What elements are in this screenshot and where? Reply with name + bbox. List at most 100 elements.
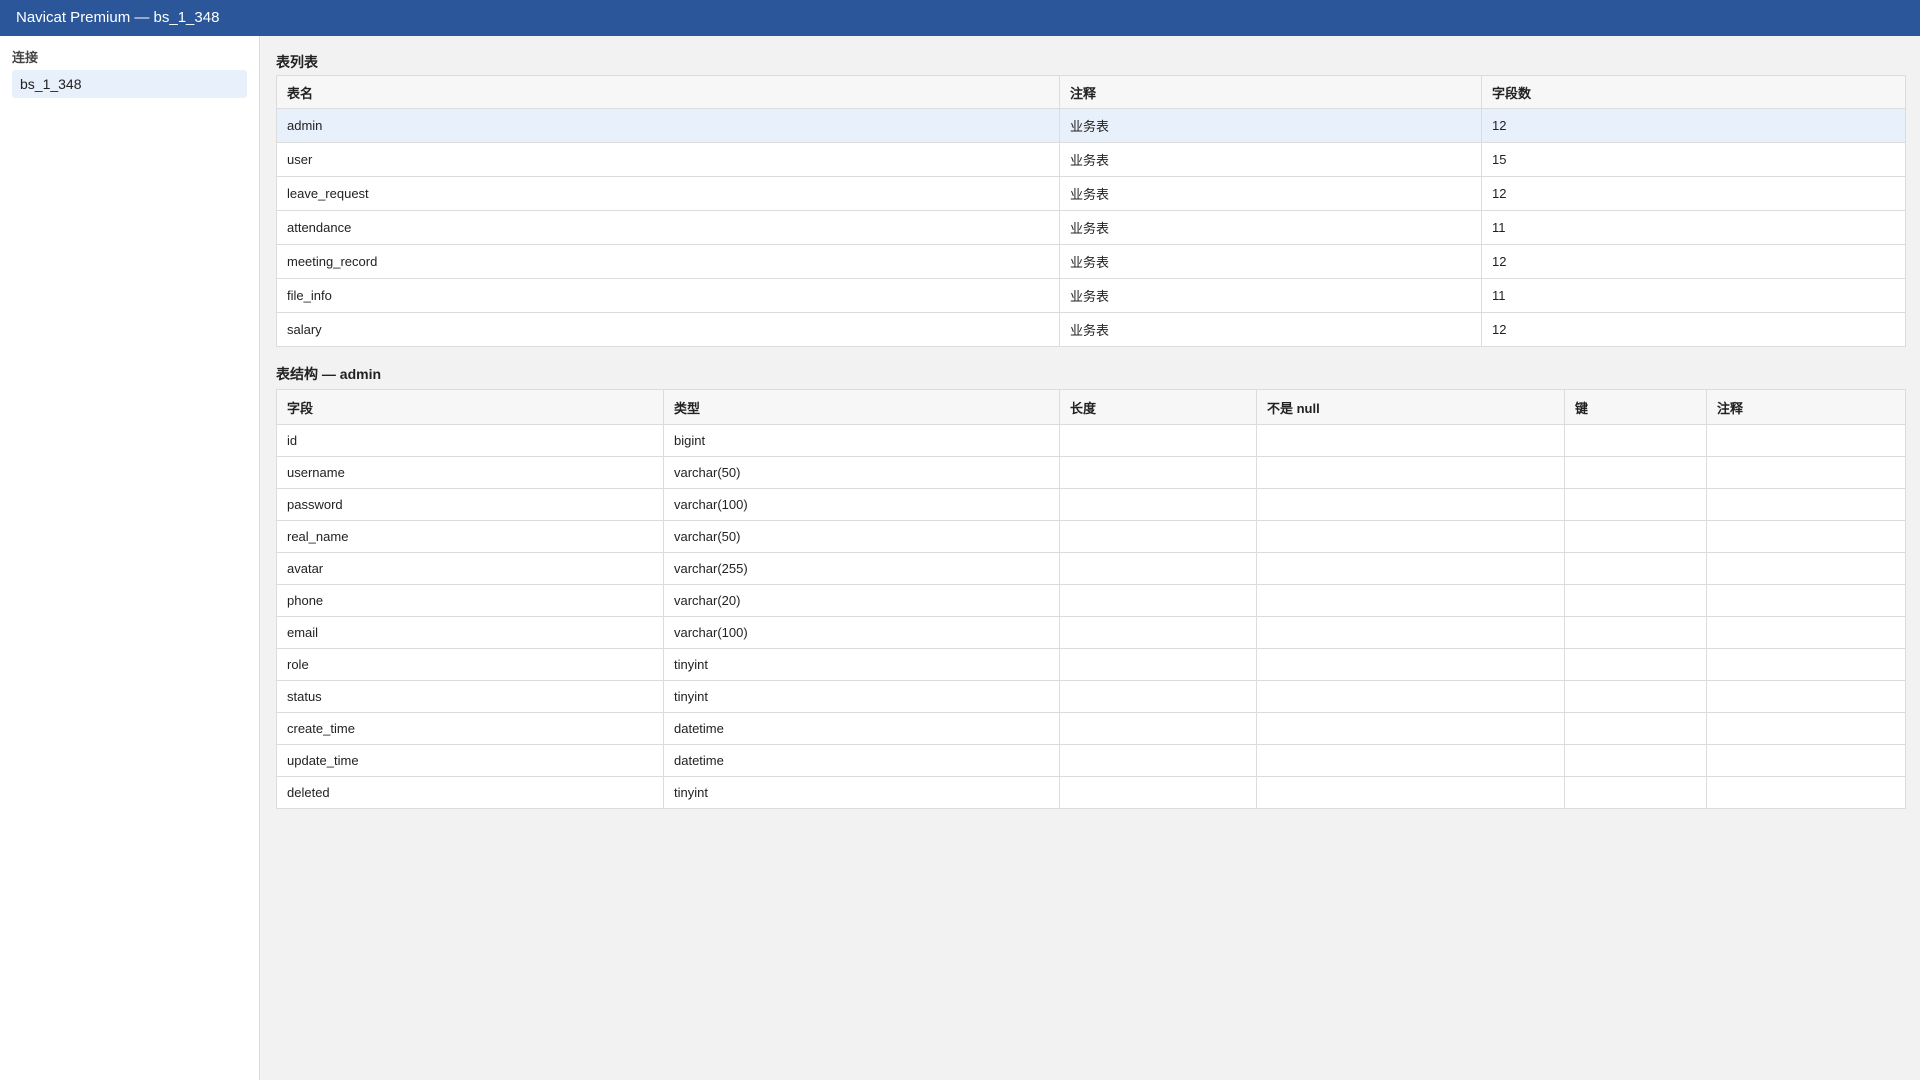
field-key-cell <box>1564 744 1707 777</box>
structure-row-password[interactable]: password varchar(100) <box>276 488 1906 521</box>
table-comment-cell: 业务表 <box>1059 312 1482 347</box>
field-count-cell: 11 <box>1481 210 1906 245</box>
field-type-cell: datetime <box>663 712 1060 745</box>
field-not-null-cell <box>1256 424 1565 457</box>
table-list-title: 表列表 <box>276 54 318 70</box>
field-name-cell: username <box>276 456 664 489</box>
table-row-attendance[interactable]: attendance 业务表 11 <box>276 210 1906 245</box>
table-name-cell: file_info <box>276 278 1060 313</box>
field-length-cell <box>1059 744 1257 777</box>
field-type-cell: tinyint <box>663 648 1060 681</box>
field-type-cell: datetime <box>663 744 1060 777</box>
field-name-cell: role <box>276 648 664 681</box>
window-title: Navicat Premium — bs_1_348 <box>0 0 1920 36</box>
column-header-type[interactable]: 类型 <box>663 389 1060 425</box>
field-not-null-cell <box>1256 648 1565 681</box>
table-row-leave_request[interactable]: leave_request 业务表 12 <box>276 176 1906 211</box>
structure-row-real_name[interactable]: real_name varchar(50) <box>276 520 1906 553</box>
field-not-null-cell <box>1256 616 1565 649</box>
field-comment-cell <box>1706 488 1906 521</box>
table-row-file_info[interactable]: file_info 业务表 11 <box>276 278 1906 313</box>
structure-row-status[interactable]: status tinyint <box>276 680 1906 713</box>
column-header-not-null[interactable]: 不是 null <box>1256 389 1565 425</box>
field-comment-cell <box>1706 744 1906 777</box>
table-comment-cell: 业务表 <box>1059 278 1482 313</box>
structure-header-row: 字段 类型 长度 不是 null 键 注释 <box>276 389 1906 425</box>
field-type-cell: varchar(100) <box>663 488 1060 521</box>
table-name-cell: meeting_record <box>276 244 1060 279</box>
field-key-cell <box>1564 648 1707 681</box>
column-header-field-comment[interactable]: 注释 <box>1706 389 1906 425</box>
column-header-table-name[interactable]: 表名 <box>276 75 1060 109</box>
structure-row-avatar[interactable]: avatar varchar(255) <box>276 552 1906 585</box>
table-comment-cell: 业务表 <box>1059 176 1482 211</box>
field-length-cell <box>1059 712 1257 745</box>
table-comment-cell: 业务表 <box>1059 244 1482 279</box>
field-comment-cell <box>1706 456 1906 489</box>
field-key-cell <box>1564 520 1707 553</box>
table-row-user[interactable]: user 业务表 15 <box>276 142 1906 177</box>
structure-row-deleted[interactable]: deleted tinyint <box>276 776 1906 809</box>
structure-title: 表结构 — admin <box>276 366 382 382</box>
table-row-salary[interactable]: salary 业务表 12 <box>276 312 1906 347</box>
field-type-cell: varchar(50) <box>663 456 1060 489</box>
field-count-cell: 11 <box>1481 278 1906 313</box>
structure-row-username[interactable]: username varchar(50) <box>276 456 1906 489</box>
field-length-cell <box>1059 776 1257 809</box>
field-comment-cell <box>1706 680 1906 713</box>
field-not-null-cell <box>1256 776 1565 809</box>
field-not-null-cell <box>1256 520 1565 553</box>
field-not-null-cell <box>1256 712 1565 745</box>
structure-row-email[interactable]: email varchar(100) <box>276 616 1906 649</box>
field-comment-cell <box>1706 776 1906 809</box>
structure-row-role[interactable]: role tinyint <box>276 648 1906 681</box>
field-name-cell: status <box>276 680 664 713</box>
table-row-meeting_record[interactable]: meeting_record 业务表 12 <box>276 244 1906 279</box>
connection-item-bs_1_348[interactable]: bs_1_348 <box>12 70 247 98</box>
field-type-cell: tinyint <box>663 680 1060 713</box>
field-comment-cell <box>1706 584 1906 617</box>
field-type-cell: varchar(20) <box>663 584 1060 617</box>
column-header-field-count[interactable]: 字段数 <box>1481 75 1906 109</box>
table-comment-cell: 业务表 <box>1059 108 1482 143</box>
field-name-cell: phone <box>276 584 664 617</box>
field-type-cell: varchar(255) <box>663 552 1060 585</box>
field-key-cell <box>1564 776 1707 809</box>
structure-row-update_time[interactable]: update_time datetime <box>276 744 1906 777</box>
structure-row-id[interactable]: id bigint <box>276 424 1906 457</box>
field-length-cell <box>1059 488 1257 521</box>
sidebar-heading: 连接 <box>12 50 39 65</box>
field-length-cell <box>1059 648 1257 681</box>
field-comment-cell <box>1706 520 1906 553</box>
field-length-cell <box>1059 424 1257 457</box>
column-header-comment[interactable]: 注释 <box>1059 75 1482 109</box>
field-length-cell <box>1059 520 1257 553</box>
column-header-length[interactable]: 长度 <box>1059 389 1257 425</box>
field-name-cell: deleted <box>276 776 664 809</box>
field-key-cell <box>1564 616 1707 649</box>
field-comment-cell <box>1706 552 1906 585</box>
field-name-cell: password <box>276 488 664 521</box>
column-header-field[interactable]: 字段 <box>276 389 664 425</box>
field-key-cell <box>1564 584 1707 617</box>
field-type-cell: varchar(50) <box>663 520 1060 553</box>
field-name-cell: create_time <box>276 712 664 745</box>
table-name-cell: user <box>276 142 1060 177</box>
field-count-cell: 15 <box>1481 142 1906 177</box>
field-comment-cell <box>1706 648 1906 681</box>
field-count-cell: 12 <box>1481 312 1906 347</box>
structure-row-phone[interactable]: phone varchar(20) <box>276 584 1906 617</box>
table-comment-cell: 业务表 <box>1059 210 1482 245</box>
field-not-null-cell <box>1256 552 1565 585</box>
field-key-cell <box>1564 424 1707 457</box>
structure-row-create_time[interactable]: create_time datetime <box>276 712 1906 745</box>
field-key-cell <box>1564 552 1707 585</box>
column-header-key[interactable]: 键 <box>1564 389 1707 425</box>
field-not-null-cell <box>1256 456 1565 489</box>
field-count-cell: 12 <box>1481 244 1906 279</box>
field-length-cell <box>1059 584 1257 617</box>
field-key-cell <box>1564 488 1707 521</box>
table-row-admin[interactable]: admin 业务表 12 <box>276 108 1906 143</box>
field-type-cell: bigint <box>663 424 1060 457</box>
field-comment-cell <box>1706 424 1906 457</box>
